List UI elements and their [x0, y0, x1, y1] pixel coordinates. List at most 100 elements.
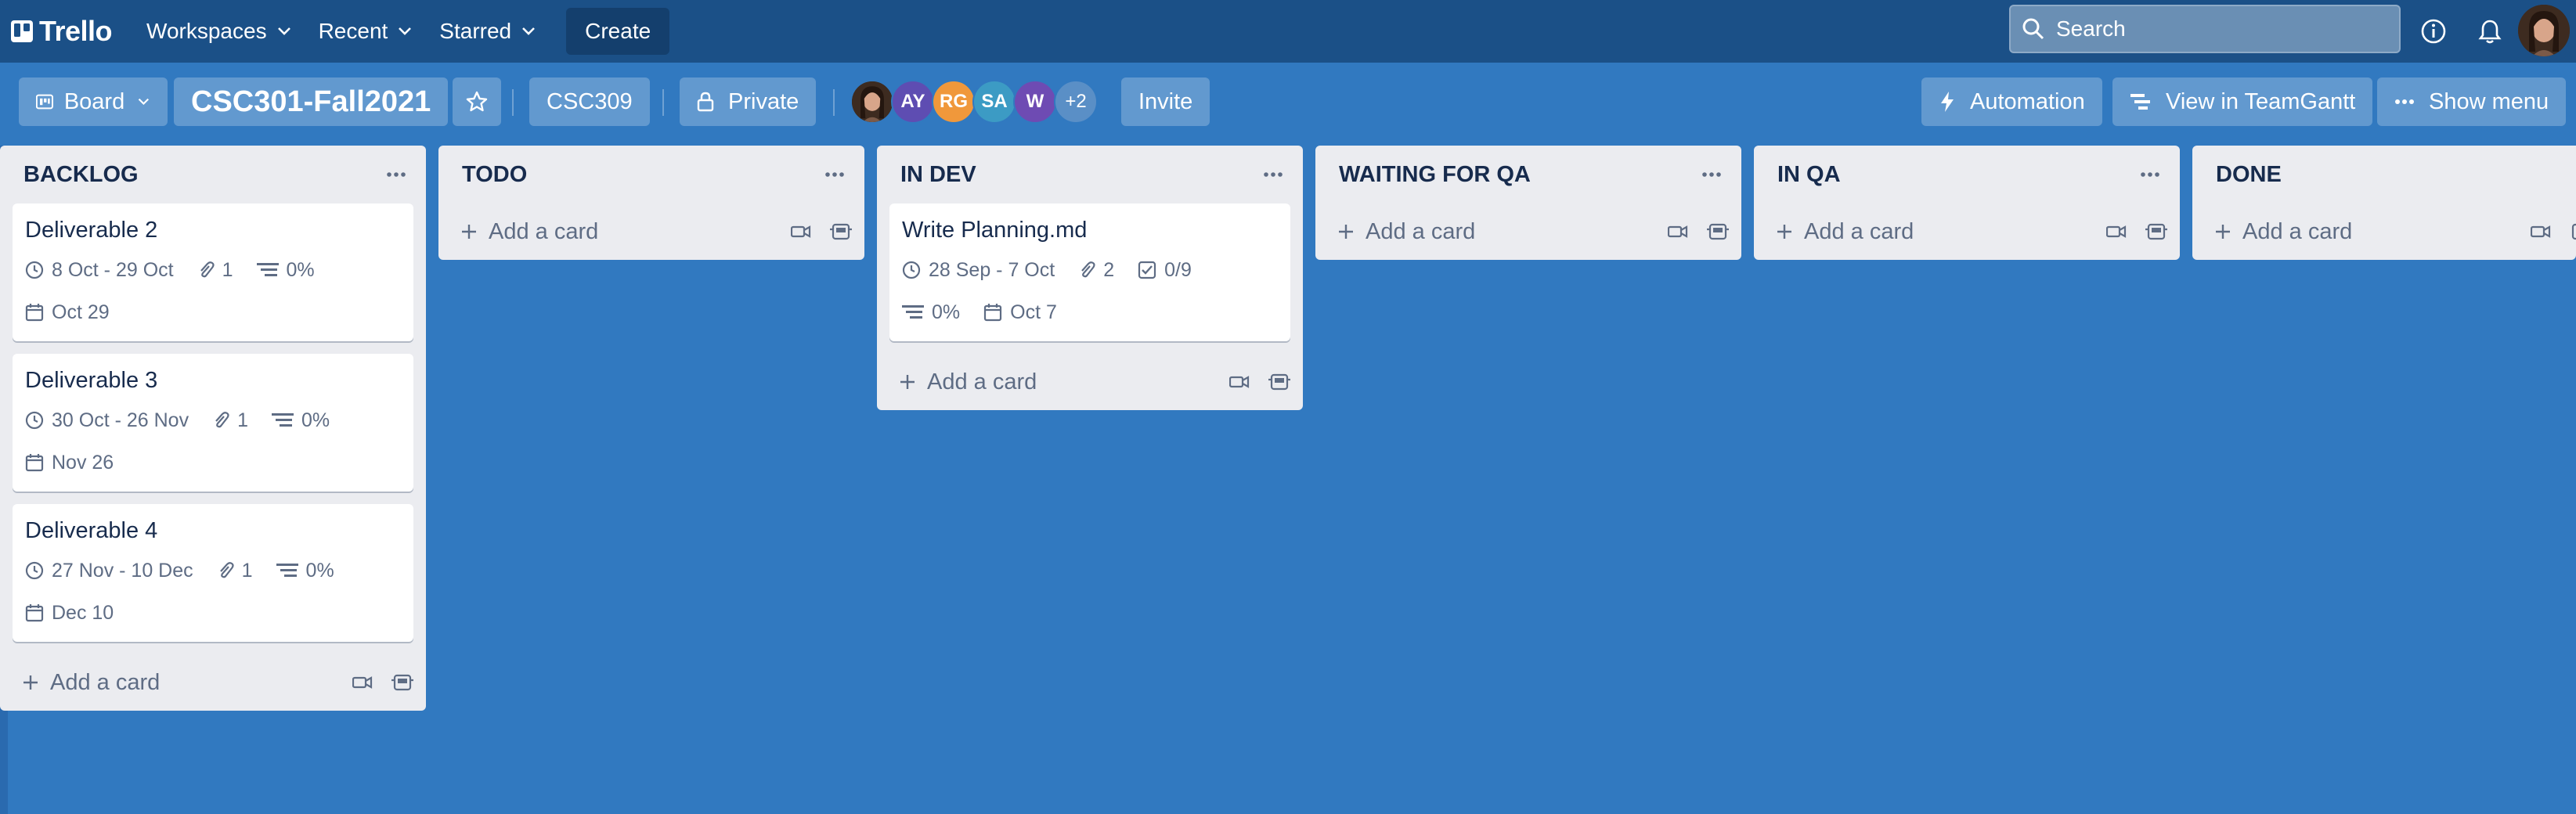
card-template-button[interactable] [1707, 222, 1729, 242]
search-input[interactable] [2055, 16, 2355, 42]
add-card-label: Add a card [927, 369, 1037, 394]
member-avatar[interactable]: AY [891, 80, 935, 124]
card-list: Deliverable 2 8 Oct - 29 Oct 1 0% Oct 29… [0, 204, 426, 642]
plus-icon [1339, 225, 1353, 239]
list-menu-button[interactable] [1259, 167, 1287, 182]
add-card-row: Add a card [2192, 204, 2576, 260]
video-icon [1668, 225, 1688, 238]
plus-icon [2216, 225, 2230, 239]
member-avatar[interactable] [850, 80, 894, 124]
board-title[interactable]: CSC301-Fall2021 [174, 77, 449, 126]
dates-badge: 30 Oct - 26 Nov [25, 405, 189, 436]
create-button[interactable]: Create [566, 8, 670, 55]
chevron-down-icon [138, 98, 150, 106]
notifications-button[interactable] [2473, 14, 2507, 49]
progress-icon [271, 413, 294, 427]
attachments-count: 1 [241, 559, 253, 582]
add-card-button[interactable]: Add a card [1776, 219, 1914, 245]
workspaces-menu[interactable]: Workspaces [137, 8, 301, 55]
teamgantt-button[interactable]: View in TeamGantt [2112, 77, 2373, 126]
ellipsis-icon [2141, 172, 2159, 177]
show-menu-button[interactable]: Show menu [2377, 77, 2567, 126]
record-video-button[interactable] [2106, 225, 2127, 239]
list-todo: TODO Add a card [438, 146, 864, 260]
paperclip-icon [200, 261, 215, 278]
list-header: DONE [2192, 146, 2576, 204]
list-title[interactable]: IN DEV [900, 162, 976, 188]
template-icon [391, 674, 413, 691]
add-card-button[interactable]: Add a card [2214, 219, 2352, 245]
list-in-qa: IN QA Add a card [1754, 146, 2180, 260]
plus-icon [900, 375, 915, 389]
member-avatar[interactable]: RG [932, 80, 976, 124]
record-video-button[interactable] [791, 225, 811, 239]
template-icon [2145, 223, 2167, 240]
card[interactable]: Write Planning.md 28 Sep - 7 Oct 2 0/9 0… [889, 204, 1290, 341]
card-template-button[interactable] [2145, 222, 2167, 242]
user-avatar[interactable] [2518, 5, 2570, 56]
progress-text: 0% [286, 258, 315, 281]
starred-menu[interactable]: Starred [430, 8, 546, 55]
card-template-button[interactable] [830, 222, 852, 242]
plus-icon [462, 225, 476, 239]
list-header: BACKLOG [0, 146, 426, 204]
list-title[interactable]: IN QA [1777, 162, 1841, 188]
attachments-count: 1 [237, 409, 248, 431]
record-video-button[interactable] [1668, 225, 1688, 239]
attachments-badge: 1 [217, 555, 253, 586]
card[interactable]: Deliverable 4 27 Nov - 10 Dec 1 0% Dec 1… [13, 504, 413, 642]
card-template-button[interactable] [2570, 222, 2576, 242]
list-menu-button[interactable] [382, 167, 410, 182]
star-board-button[interactable] [453, 77, 501, 126]
progress-badge: 0% [902, 297, 960, 328]
ellipsis-icon [387, 172, 406, 177]
chevron-down-icon [399, 27, 412, 35]
dates-text: 28 Sep - 7 Oct [929, 258, 1055, 281]
add-card-button[interactable]: Add a card [1337, 219, 1475, 245]
avatar-photo [852, 81, 893, 122]
card-template-button[interactable] [391, 672, 413, 693]
add-card-button[interactable]: Add a card [460, 219, 598, 245]
chevron-down-icon [522, 27, 536, 35]
add-card-button[interactable]: Add a card [899, 369, 1037, 395]
checklist-badge: 0/9 [1138, 254, 1192, 286]
recent-menu[interactable]: Recent [309, 8, 423, 55]
visibility-button[interactable]: Private [680, 77, 817, 126]
member-avatar[interactable]: SA [972, 80, 1016, 124]
ellipsis-icon [2395, 99, 2414, 104]
card-template-button[interactable] [1268, 372, 1290, 392]
record-video-button[interactable] [1229, 375, 1250, 389]
invite-button[interactable]: Invite [1121, 77, 1210, 126]
progress-icon [902, 305, 924, 319]
member-avatar[interactable]: W [1013, 80, 1057, 124]
more-members-badge[interactable]: +2 [1054, 80, 1098, 124]
list-menu-button[interactable] [1697, 167, 1726, 182]
add-card-label: Add a card [489, 218, 599, 244]
automation-button[interactable]: Automation [1921, 77, 2102, 126]
board-view-switcher[interactable]: Board [19, 77, 168, 126]
list-title[interactable]: WAITING FOR QA [1339, 162, 1531, 188]
add-card-button[interactable]: Add a card [22, 670, 160, 696]
template-icon [1268, 373, 1290, 391]
calendar-icon [984, 304, 1002, 322]
list-menu-button[interactable] [821, 167, 849, 182]
add-card-label: Add a card [50, 669, 161, 695]
workspace-button[interactable]: CSC309 [529, 77, 650, 126]
trello-logo[interactable]: Trello [11, 0, 113, 63]
list-title[interactable]: TODO [462, 162, 527, 188]
card[interactable]: Deliverable 3 30 Oct - 26 Nov 1 0% Nov 2… [13, 354, 413, 492]
record-video-button[interactable] [352, 675, 373, 690]
info-button[interactable] [2416, 14, 2451, 49]
card-badges: 8 Oct - 29 Oct 1 0% [25, 254, 401, 286]
record-video-button[interactable] [2531, 225, 2551, 239]
list-title[interactable]: DONE [2216, 162, 2282, 188]
progress-badge: 0% [276, 555, 334, 586]
list-title[interactable]: BACKLOG [23, 162, 139, 188]
search-box[interactable] [2009, 5, 2401, 53]
list-menu-button[interactable] [2136, 167, 2164, 182]
add-card-row: Add a card [438, 204, 864, 260]
card[interactable]: Deliverable 2 8 Oct - 29 Oct 1 0% Oct 29 [13, 204, 413, 341]
paperclip-icon [215, 412, 229, 428]
automation-label: Automation [1970, 88, 2085, 114]
add-card-extras [2087, 222, 2167, 242]
